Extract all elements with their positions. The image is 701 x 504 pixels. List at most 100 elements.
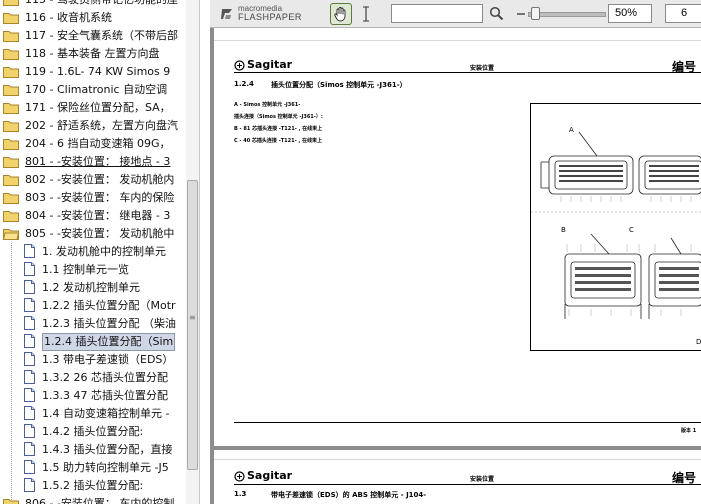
page-icon <box>24 280 35 294</box>
folder-icon <box>3 49 19 60</box>
tree-item-label: 116 - 收音机系统 <box>25 11 112 24</box>
figure-label-b: B <box>561 226 566 234</box>
figure-label-c: C <box>629 226 634 234</box>
flashpaper-toolbar: macromedia FLASHPAPER 50% 6 <box>210 0 701 28</box>
logo-flashpaper: FLASHPAPER <box>238 12 302 22</box>
tree-item-label: 1.5.2 插头位置分配: <box>42 479 144 492</box>
tree-item-label: 171 - 保险丝位置分配，SA， <box>25 101 171 114</box>
splitter-grip[interactable]: ≡ <box>189 314 197 322</box>
page-icon <box>24 244 35 258</box>
section-title: 插头位置分配（Simos 控制单元 -J361-） <box>271 81 407 89</box>
page-icon <box>24 478 35 492</box>
page-icon <box>24 370 35 384</box>
folder-icon <box>3 121 19 132</box>
folder-icon <box>3 67 19 78</box>
folder-icon <box>3 0 19 6</box>
sagitar-logo-icon <box>234 471 245 482</box>
tree-item-label: 801 - -安装位置： 接地点 - 3 <box>25 155 171 168</box>
page-icon <box>24 406 35 420</box>
folder-icon <box>3 139 19 150</box>
tree-item-label: 1.3.2 26 芯插头位置分配 <box>42 371 168 384</box>
page-number-value: 6 <box>681 7 688 19</box>
tree-item-label: 806 - -安装位置： 车内的控制 <box>25 497 175 504</box>
figure-label-d: D <box>696 338 701 346</box>
tree-item-label: 1.2 发动机控制单元 <box>42 281 140 294</box>
tree-item-label: 1.2.2 插头位置分配（Motr <box>42 299 176 312</box>
tree-item-label: 170 - Climatronic 自动空调 <box>25 83 168 96</box>
page-line-2: 插头连接（Simos 控制单元 -J361-）: <box>234 114 323 120</box>
tree-item-label: 804 - -安装位置： 继电器 - 3 <box>25 209 171 222</box>
tree-connector-line <box>11 243 12 504</box>
search-input[interactable] <box>391 4 483 23</box>
hand-tool-button[interactable] <box>330 3 352 25</box>
search-icon[interactable] <box>489 6 504 21</box>
page-icon <box>24 298 35 312</box>
document-page-1: Sagitar 安装位置 编号 1.2.4 插头位置分配（Simos 控制单元 … <box>214 28 701 446</box>
tree-item-label: 1.2.4 插头位置分配（Sim <box>42 333 176 351</box>
page-brand: Sagitar <box>247 58 293 71</box>
page-icon <box>24 442 35 456</box>
figure-label-a: A <box>569 126 574 134</box>
section-title: 带电子差速锁（EDS）的 ABS 控制单元 - J104- <box>271 491 427 499</box>
zoom-level-field[interactable]: 50% <box>608 4 652 23</box>
tree-item-label: 805 - -安装位置： 发动机舱中 <box>25 227 175 240</box>
page-icon <box>24 334 35 348</box>
tree-item-label: 119 - 1.6L- 74 KW Simos 9 <box>25 65 171 78</box>
tree-item-label: 1. 发动机舱中的控制单元 <box>42 245 166 258</box>
folder-open-icon <box>3 229 19 240</box>
zoom-out-icon[interactable] <box>516 9 526 19</box>
tree-item-label: 1.3 带电子差速锁（EDS） <box>42 353 174 366</box>
page-line-1: A - Simos 控制单元 -J361- <box>234 102 301 108</box>
tree-item-label: 1.2.3 插头位置分配 （柴油 <box>42 317 176 330</box>
tree-item-label: 802 - -安装位置： 发动机舱内 <box>25 173 175 186</box>
tree-item-label: 1.5 助力转向控制单元 -J5 <box>42 461 169 474</box>
page-icon <box>24 352 35 366</box>
tree-item-label: 803 - -安装位置： 车内的保险 <box>25 191 175 204</box>
folder-icon <box>3 175 19 186</box>
tree-item-label: 1.4 自动变速箱控制单元 - <box>42 407 170 420</box>
tree-item-label: 117 - 安全气囊系统（不带后部 <box>25 29 178 42</box>
tree-item-label: 1.1 控制单元一览 <box>42 263 129 276</box>
page-icon <box>24 262 35 276</box>
document-page-2: Sagitar 安装位置 编号 1.3 带电子差速锁（EDS）的 ABS 控制单… <box>214 450 701 504</box>
connector-figure: A B C D <box>530 103 701 351</box>
tree-item-label: 202 - 舒适系统，左置方向盘汽 <box>25 119 178 132</box>
page-line-4: C - 40 芯插头连接 -T121- , 在线束上 <box>234 138 323 144</box>
folder-icon <box>3 211 19 222</box>
folder-icon <box>3 31 19 42</box>
folder-icon <box>3 157 19 168</box>
tree-item-label: 118 - 基本装备 左置方向盘 <box>25 47 160 60</box>
page-icon <box>24 388 35 402</box>
folder-icon <box>3 193 19 204</box>
page-icon <box>24 316 35 330</box>
page-icon <box>24 460 35 474</box>
folder-icon <box>3 13 19 24</box>
page-header-section: 安装位置 <box>470 476 495 483</box>
page-icon <box>24 424 35 438</box>
text-select-tool-icon[interactable] <box>361 6 371 22</box>
tree-item-label: 204 - 6 挡自动变速箱 09G， <box>25 137 171 150</box>
document-outline-tree[interactable]: 115 - 驾驶员侧带记忆功能的座 116 - 收音机系统 117 - 安全气囊系统… <box>0 0 186 504</box>
folder-icon <box>3 85 19 96</box>
zoom-slider-thumb[interactable] <box>531 7 540 20</box>
page-brand: Sagitar <box>247 469 293 482</box>
section-number: 1.3 <box>234 490 247 498</box>
page-header-section: 安装位置 <box>470 65 495 72</box>
folder-icon <box>3 499 19 504</box>
sagitar-logo-icon <box>234 60 245 71</box>
document-viewer: Sagitar 安装位置 编号 1.2.4 插头位置分配（Simos 控制单元 … <box>210 0 701 504</box>
folder-icon <box>3 103 19 114</box>
tree-item-label: 115 - 驾驶员侧带记忆功能的座 <box>25 0 178 9</box>
zoom-level-value: 50% <box>615 7 638 19</box>
tree-item-label: 1.4.3 插头位置分配，直接 <box>42 443 173 456</box>
section-number: 1.2.4 <box>234 80 254 88</box>
flashpaper-logo-icon <box>221 9 232 19</box>
page-number-field[interactable]: 6 <box>665 4 701 23</box>
page-footer: 版本 1 <box>681 428 697 434</box>
hand-icon <box>334 7 346 22</box>
tree-item-label: 1.3.3 47 芯插头位置分配 <box>42 389 168 402</box>
page-line-3: B - 81 芯插头连接 -T121- , 在线束上 <box>234 126 323 132</box>
connector-diagram <box>531 131 701 319</box>
tree-scrollbar-thumb[interactable] <box>187 180 198 470</box>
tree-item-label: 1.4.2 插头位置分配: <box>42 425 144 438</box>
